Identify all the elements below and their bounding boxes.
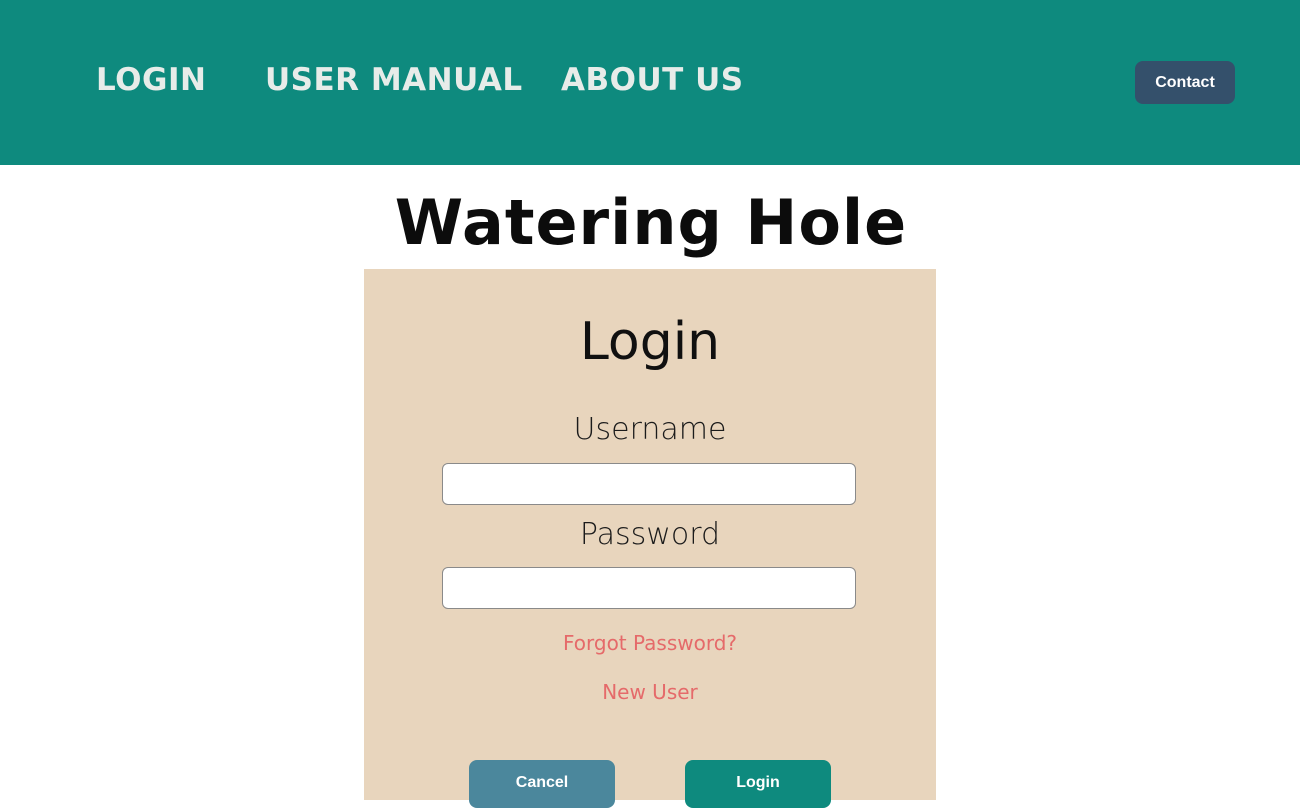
cancel-button[interactable]: Cancel xyxy=(469,760,615,808)
new-user-link[interactable]: New User xyxy=(0,680,1300,704)
nav-user-manual-link[interactable]: USER MANUAL xyxy=(265,62,523,98)
nav-login-link[interactable]: LOGIN xyxy=(96,62,206,98)
top-navbar: LOGIN USER MANUAL ABOUT US Contact xyxy=(0,0,1300,165)
username-input[interactable] xyxy=(442,463,856,505)
watering-hole-logo: Watering Hole xyxy=(394,185,908,259)
contact-button[interactable]: Contact xyxy=(1135,61,1235,104)
nav-about-us-link[interactable]: ABOUT US xyxy=(561,62,744,98)
login-title: Login xyxy=(579,312,721,372)
password-label: Password xyxy=(579,517,721,552)
username-label: Username xyxy=(573,412,727,447)
forgot-password-link[interactable]: Forgot Password? xyxy=(0,631,1300,655)
login-button[interactable]: Login xyxy=(685,760,831,808)
password-input[interactable] xyxy=(442,567,856,609)
